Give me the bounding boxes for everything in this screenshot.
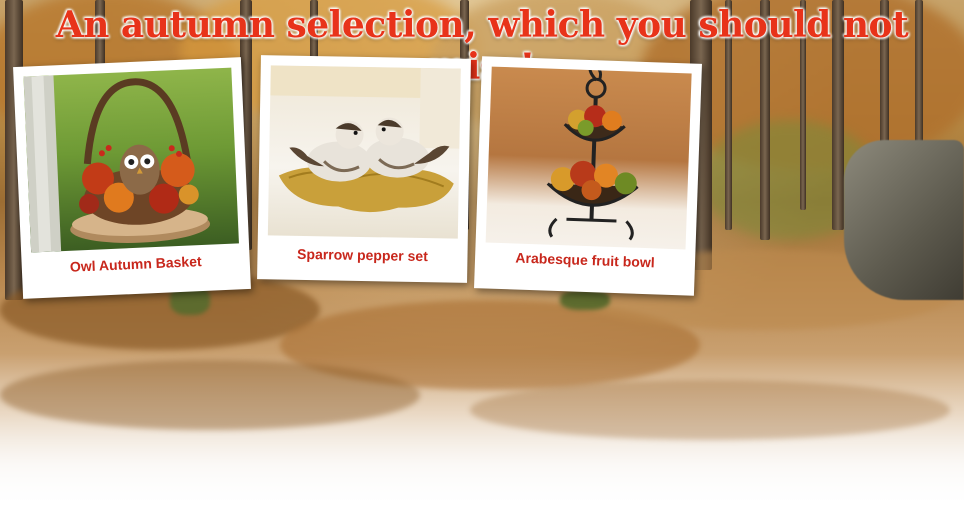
product-title-arabesque-bowl[interactable]: Arabesque fruit bowl [475, 248, 695, 272]
owl-basket-image[interactable] [23, 67, 239, 253]
sparrow-pepper-illustration [270, 65, 461, 213]
product-title-sparrow-pepper[interactable]: Sparrow pepper set [257, 245, 467, 265]
product-title-owl-basket[interactable]: Owl Autumn Basket [22, 251, 250, 277]
fruit-bowl-image[interactable] [485, 66, 692, 250]
rock [844, 140, 964, 300]
product-card-arabesque-bowl[interactable]: Arabesque fruit bowl [474, 56, 702, 296]
owl-basket-illustration [23, 75, 211, 253]
sparrow-salt-pepper-image[interactable] [267, 65, 461, 239]
product-card-sparrow-pepper[interactable]: Sparrow pepper set [257, 55, 471, 283]
product-card-owl-basket[interactable]: Owl Autumn Basket [13, 57, 251, 299]
fruit-bowl-illustration [546, 66, 639, 241]
